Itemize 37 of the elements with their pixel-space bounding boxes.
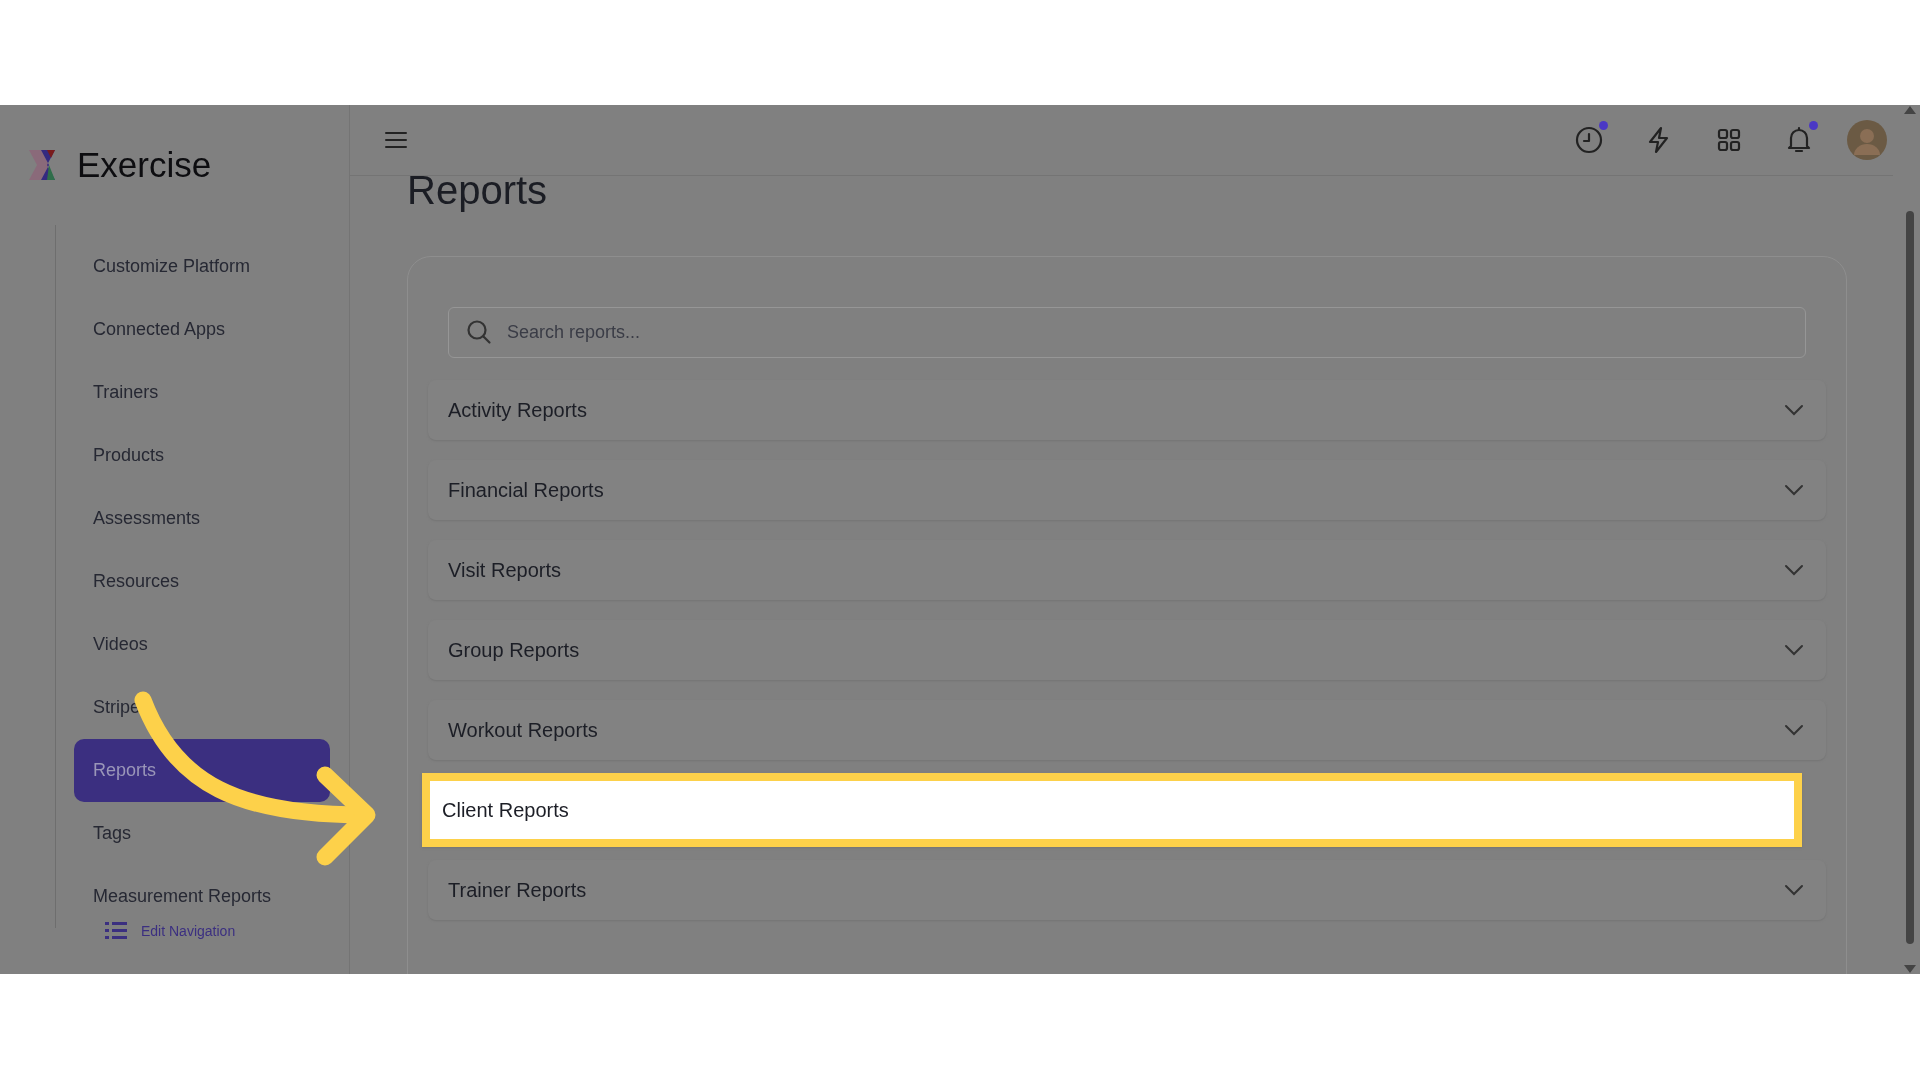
edit-navigation-link[interactable]: Edit Navigation: [141, 923, 236, 939]
notification-bell-icon: [1786, 126, 1812, 154]
chevron-down-icon: [1784, 404, 1804, 416]
report-group-row[interactable]: Group Reports: [428, 620, 1826, 680]
chevron-down-icon: [1784, 564, 1804, 576]
grid-icon: [1717, 128, 1741, 152]
chevron-down-icon: [1784, 644, 1804, 656]
sidebar-item[interactable]: Trainers: [74, 361, 330, 424]
report-group-row[interactable]: Financial Reports: [428, 460, 1826, 520]
brand-name: Exercise: [77, 145, 212, 185]
sidebar-item[interactable]: Connected Apps: [74, 298, 330, 361]
scroll-up-icon[interactable]: [1903, 105, 1917, 115]
page-title: Reports: [407, 176, 549, 214]
report-group-row[interactable]: Client Reports: [422, 773, 1802, 847]
menu-icon[interactable]: [384, 130, 408, 150]
chevron-down-icon: [1784, 724, 1804, 736]
chevron-down-icon: [1784, 484, 1804, 496]
lightning-icon: [1647, 126, 1671, 154]
badge-dot: [1599, 121, 1608, 130]
search-field[interactable]: Search reports...: [448, 307, 1806, 358]
report-group-row[interactable]: Trainer Reports: [428, 860, 1826, 920]
sidebar-item[interactable]: Assessments: [74, 487, 330, 550]
sidebar-item[interactable]: Customize Platform: [74, 235, 330, 298]
clock-icon: [1575, 126, 1603, 154]
user-avatar: [1847, 120, 1887, 160]
sidebar-item[interactable]: Tags: [74, 802, 330, 865]
sidebar-item[interactable]: Videos: [74, 613, 330, 676]
scrollbar-thumb[interactable]: [1906, 211, 1914, 944]
scroll-down-icon[interactable]: [1903, 964, 1917, 974]
report-group-row[interactable]: Activity Reports: [428, 380, 1826, 440]
badge-dot: [1809, 121, 1818, 130]
list-icon: [105, 922, 127, 940]
sidebar-item[interactable]: Resources: [74, 550, 330, 613]
sidebar-item[interactable]: Products: [74, 424, 330, 487]
chevron-down-icon: [1784, 884, 1804, 896]
report-group-row[interactable]: Visit Reports: [428, 540, 1826, 600]
report-group-row[interactable]: Workout Reports: [428, 700, 1826, 760]
